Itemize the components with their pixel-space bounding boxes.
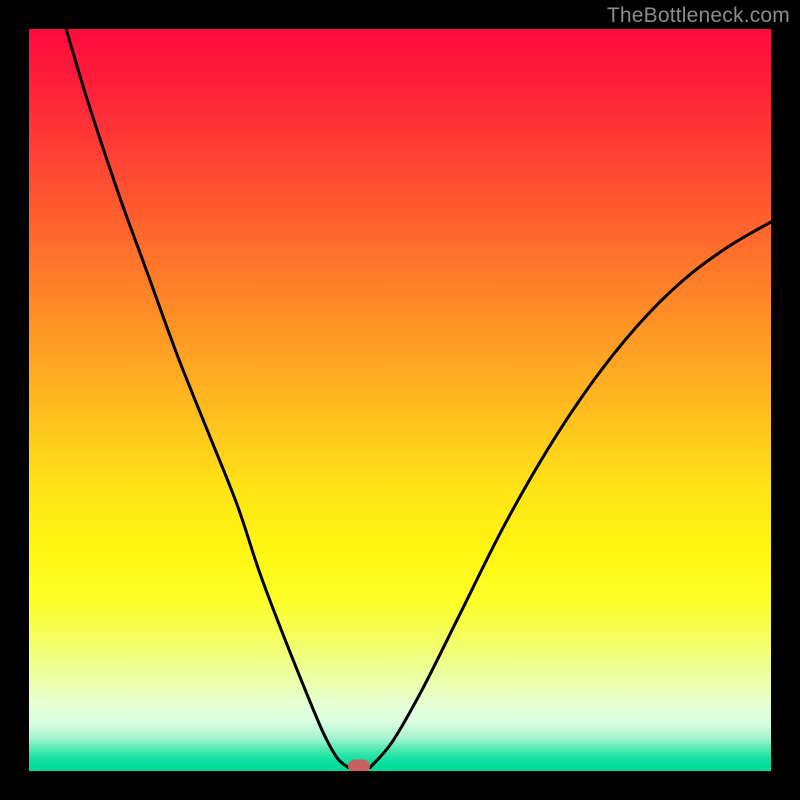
bottleneck-curve [29, 29, 771, 771]
valley-marker [348, 759, 370, 771]
curve-right [370, 222, 771, 767]
watermark-text: TheBottleneck.com [607, 4, 790, 28]
chart-frame: TheBottleneck.com [0, 0, 800, 800]
plot-area [29, 29, 771, 771]
curve-left [66, 29, 348, 767]
